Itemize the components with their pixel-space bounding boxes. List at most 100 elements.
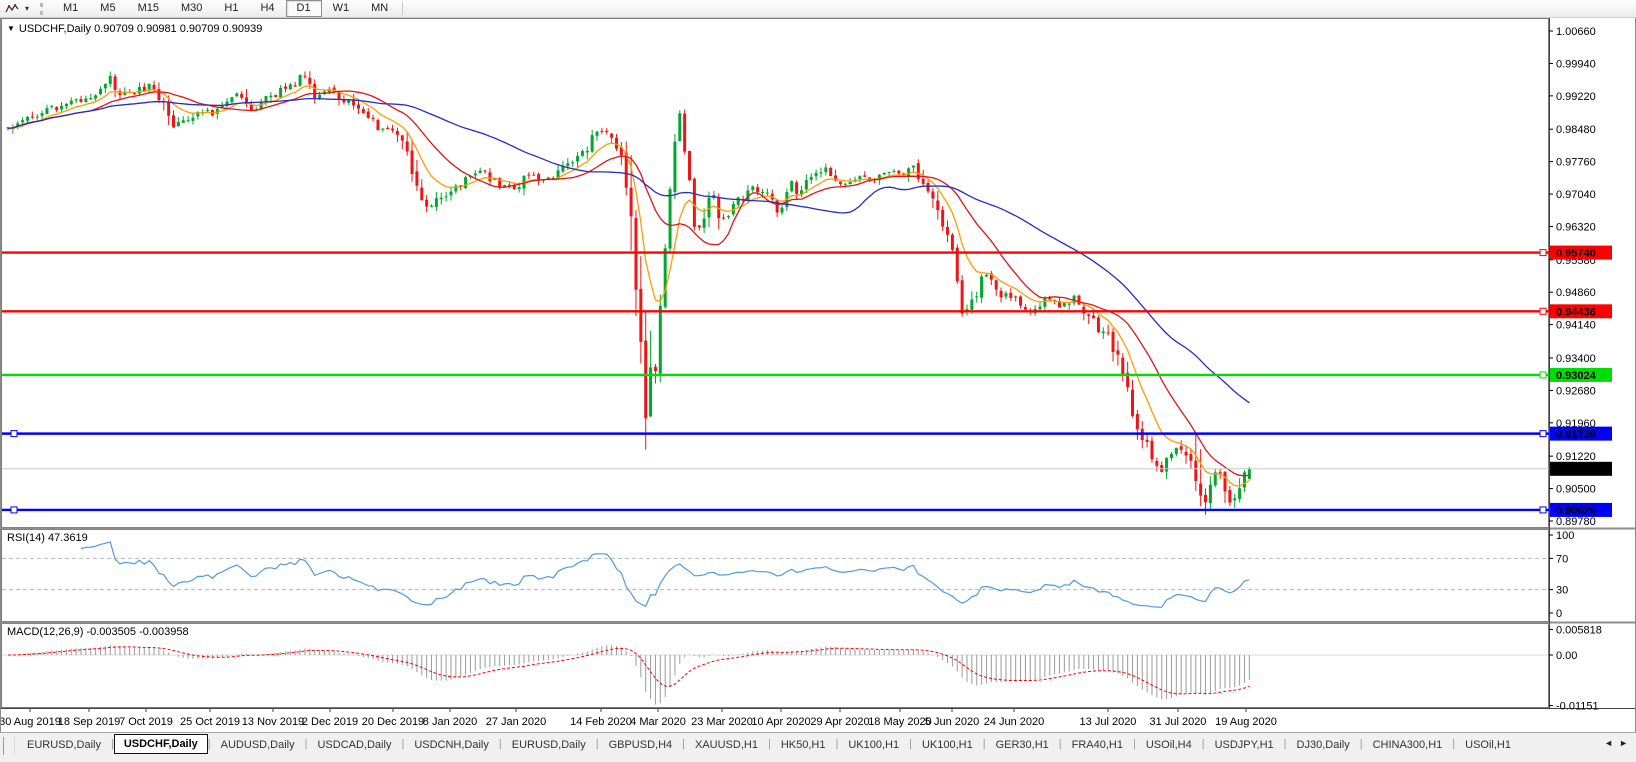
date-tick-label: 7 Oct 2019 (119, 716, 173, 728)
date-tick-label: 13 Nov 2019 (242, 716, 304, 728)
date-tick-label: 27 Jan 2020 (486, 716, 547, 728)
timeframe-button-m15[interactable]: M15 (127, 0, 170, 17)
chart-title-text: USDCHF,Daily 0.90709 0.90981 0.90709 0.9… (19, 23, 262, 35)
timeframe-button-h4[interactable]: H4 (249, 0, 285, 17)
tabbar-left-strip (3, 737, 15, 755)
price-tick-label: 0.91220 (1556, 451, 1596, 463)
price-tick-label: 0.94860 (1556, 287, 1596, 299)
level-handle[interactable] (1540, 308, 1546, 314)
level-price-label: 0.94436 (1556, 306, 1596, 318)
chart-canvas[interactable]: 1.006600.999400.992200.984800.977600.970… (1, 18, 1635, 732)
timeframe-toolbar: ▾ M1M5M15M30H1H4D1W1MN (0, 0, 1636, 18)
level-price-label: 0.95740 (1556, 248, 1596, 260)
level-handle[interactable] (1540, 431, 1546, 437)
chart-tab-fra40-h1[interactable]: FRA40,H1 (1062, 736, 1133, 755)
chart-tab-hk50-h1[interactable]: HK50,H1 (771, 736, 836, 755)
date-tick-label: 18 May 2020 (868, 716, 932, 728)
chart-tab-china300-h1[interactable]: CHINA300,H1 (1363, 736, 1453, 755)
mt4-window: ▾ M1M5M15M30H1H4D1W1MN 1.006600.999400.9… (0, 0, 1636, 762)
level-handle[interactable] (11, 431, 17, 437)
timeframe-button-w1[interactable]: W1 (322, 0, 361, 17)
date-tick-label: 14 Feb 2020 (570, 716, 632, 728)
level-handle[interactable] (1540, 372, 1546, 378)
macd-indicator-label: MACD(12,26,9) -0.003505 -0.003958 (7, 626, 189, 638)
date-tick-label: 31 Jul 2020 (1150, 716, 1207, 728)
price-tick-label: 0.99220 (1556, 91, 1596, 103)
date-tick-label: 24 Jun 2020 (984, 716, 1045, 728)
date-tick-label: 2 Dec 2019 (302, 716, 358, 728)
macd-pane[interactable] (2, 624, 1549, 708)
date-tick-label: 10 Apr 2020 (751, 716, 810, 728)
macd-tick-label: 0.00 (1556, 650, 1577, 662)
draw-tool-group: ▾ (0, 0, 34, 17)
price-tick-label: 0.96320 (1556, 221, 1596, 233)
timeframe-buttons: M1M5M15M30H1H4D1W1MN (52, 0, 399, 17)
date-tick-label: 18 Sep 2019 (58, 716, 120, 728)
date-tick-label: 19 Aug 2020 (1215, 716, 1277, 728)
chart-window: 1.006600.999400.992200.984800.977600.970… (0, 18, 1636, 732)
chart-tab-usdcnh-daily[interactable]: USDCNH,Daily (404, 736, 499, 755)
level-handle[interactable] (1540, 250, 1546, 256)
date-tick-label: 4 Mar 2020 (630, 716, 686, 728)
timeframe-button-d1[interactable]: D1 (286, 0, 322, 17)
timeframe-button-m30[interactable]: M30 (170, 0, 213, 17)
price-tick-label: 0.93400 (1556, 353, 1596, 365)
chart-tab-gbpusd-h4[interactable]: GBPUSD,H4 (599, 736, 683, 755)
chart-tabbar: EURUSD,Daily|USDCHF,Daily|AUDUSD,Daily|U… (0, 732, 1636, 762)
level-price-label: 0.90026 (1556, 505, 1596, 517)
date-tick-label: 5 Jun 2020 (925, 716, 979, 728)
tool-dropdown-icon[interactable]: ▾ (22, 1, 32, 16)
chart-tab-uk100-h1[interactable]: UK100,H1 (912, 736, 983, 755)
rsi-indicator-label: RSI(14) 47.3619 (7, 532, 88, 544)
polyline-indicator-tool-icon[interactable] (2, 1, 22, 16)
price-tick-label: 0.94140 (1556, 320, 1596, 332)
symbol-dropdown-icon[interactable]: ▼ (7, 24, 15, 33)
date-tick-label: 13 Jul 2020 (1080, 716, 1137, 728)
chart-tab-usoil-h1[interactable]: USOil,H1 (1455, 736, 1521, 755)
chart-tab-eurusd-daily[interactable]: EURUSD,Daily (17, 736, 111, 755)
date-tick-label: 25 Oct 2019 (180, 716, 240, 728)
price-tick-label: 0.92680 (1556, 385, 1596, 397)
level-price-label: 0.93024 (1556, 370, 1597, 382)
chart-title[interactable]: ▼ USDCHF,Daily 0.90709 0.90981 0.90709 0.… (7, 23, 262, 35)
timeframe-button-m5[interactable]: M5 (89, 0, 126, 17)
date-tick-label: 20 Dec 2019 (362, 716, 424, 728)
chart-tab-uk100-h1[interactable]: UK100,H1 (838, 736, 909, 755)
toolbar-separator (402, 2, 403, 15)
level-handle[interactable] (1540, 507, 1546, 513)
toolbar-grip[interactable] (40, 3, 48, 15)
rsi-tick-label: 0 (1556, 608, 1562, 620)
date-tick-label: 30 Aug 2019 (1, 716, 61, 728)
level-price-label: 0.91720 (1556, 429, 1596, 441)
level-handle[interactable] (11, 507, 17, 513)
price-tick-label: 0.90500 (1556, 484, 1596, 496)
chart-tab-usdcad-daily[interactable]: USDCAD,Daily (307, 736, 401, 755)
chart-tab-xauusd-h1[interactable]: XAUUSD,H1 (685, 736, 768, 755)
current-price-label: 0.90939 (1556, 464, 1596, 476)
date-tick-label: 8 Jan 2020 (423, 716, 477, 728)
chart-tab-usoil-h4[interactable]: USOil,H4 (1136, 736, 1202, 755)
date-tick-label: 23 Mar 2020 (691, 716, 753, 728)
price-pane[interactable] (2, 19, 1549, 528)
timeframe-button-m1[interactable]: M1 (52, 0, 89, 17)
chart-tab-usdchf-daily[interactable]: USDCHF,Daily (114, 734, 208, 754)
rsi-tick-label: 30 (1556, 585, 1568, 597)
tab-scrollers: ◄ ► (1600, 736, 1636, 748)
rsi-tick-label: 100 (1556, 530, 1574, 542)
chart-tab-usdjpy-h1[interactable]: USDJPY,H1 (1205, 736, 1284, 755)
macd-tick-label: 0.005818 (1556, 624, 1602, 636)
chart-tab-dj30-daily[interactable]: DJ30,Daily (1287, 736, 1360, 755)
price-tick-label: 0.98480 (1556, 124, 1596, 136)
price-tick-label: 0.89780 (1556, 516, 1596, 528)
date-tick-label: 29 Apr 2020 (810, 716, 869, 728)
timeframe-button-h1[interactable]: H1 (213, 0, 249, 17)
price-tick-label: 0.99940 (1556, 58, 1596, 70)
timeframe-button-mn[interactable]: MN (360, 0, 399, 17)
chart-tab-audusd-daily[interactable]: AUDUSD,Daily (211, 736, 305, 755)
tab-scroll-right-icon[interactable]: ► (1619, 738, 1628, 748)
chart-tabs: EURUSD,Daily|USDCHF,Daily|AUDUSD,Daily|U… (17, 736, 1521, 755)
rsi-tick-label: 70 (1556, 553, 1568, 565)
chart-tab-ger30-h1[interactable]: GER30,H1 (986, 736, 1059, 755)
tab-scroll-left-icon[interactable]: ◄ (1604, 738, 1613, 748)
chart-tab-eurusd-daily[interactable]: EURUSD,Daily (502, 736, 596, 755)
